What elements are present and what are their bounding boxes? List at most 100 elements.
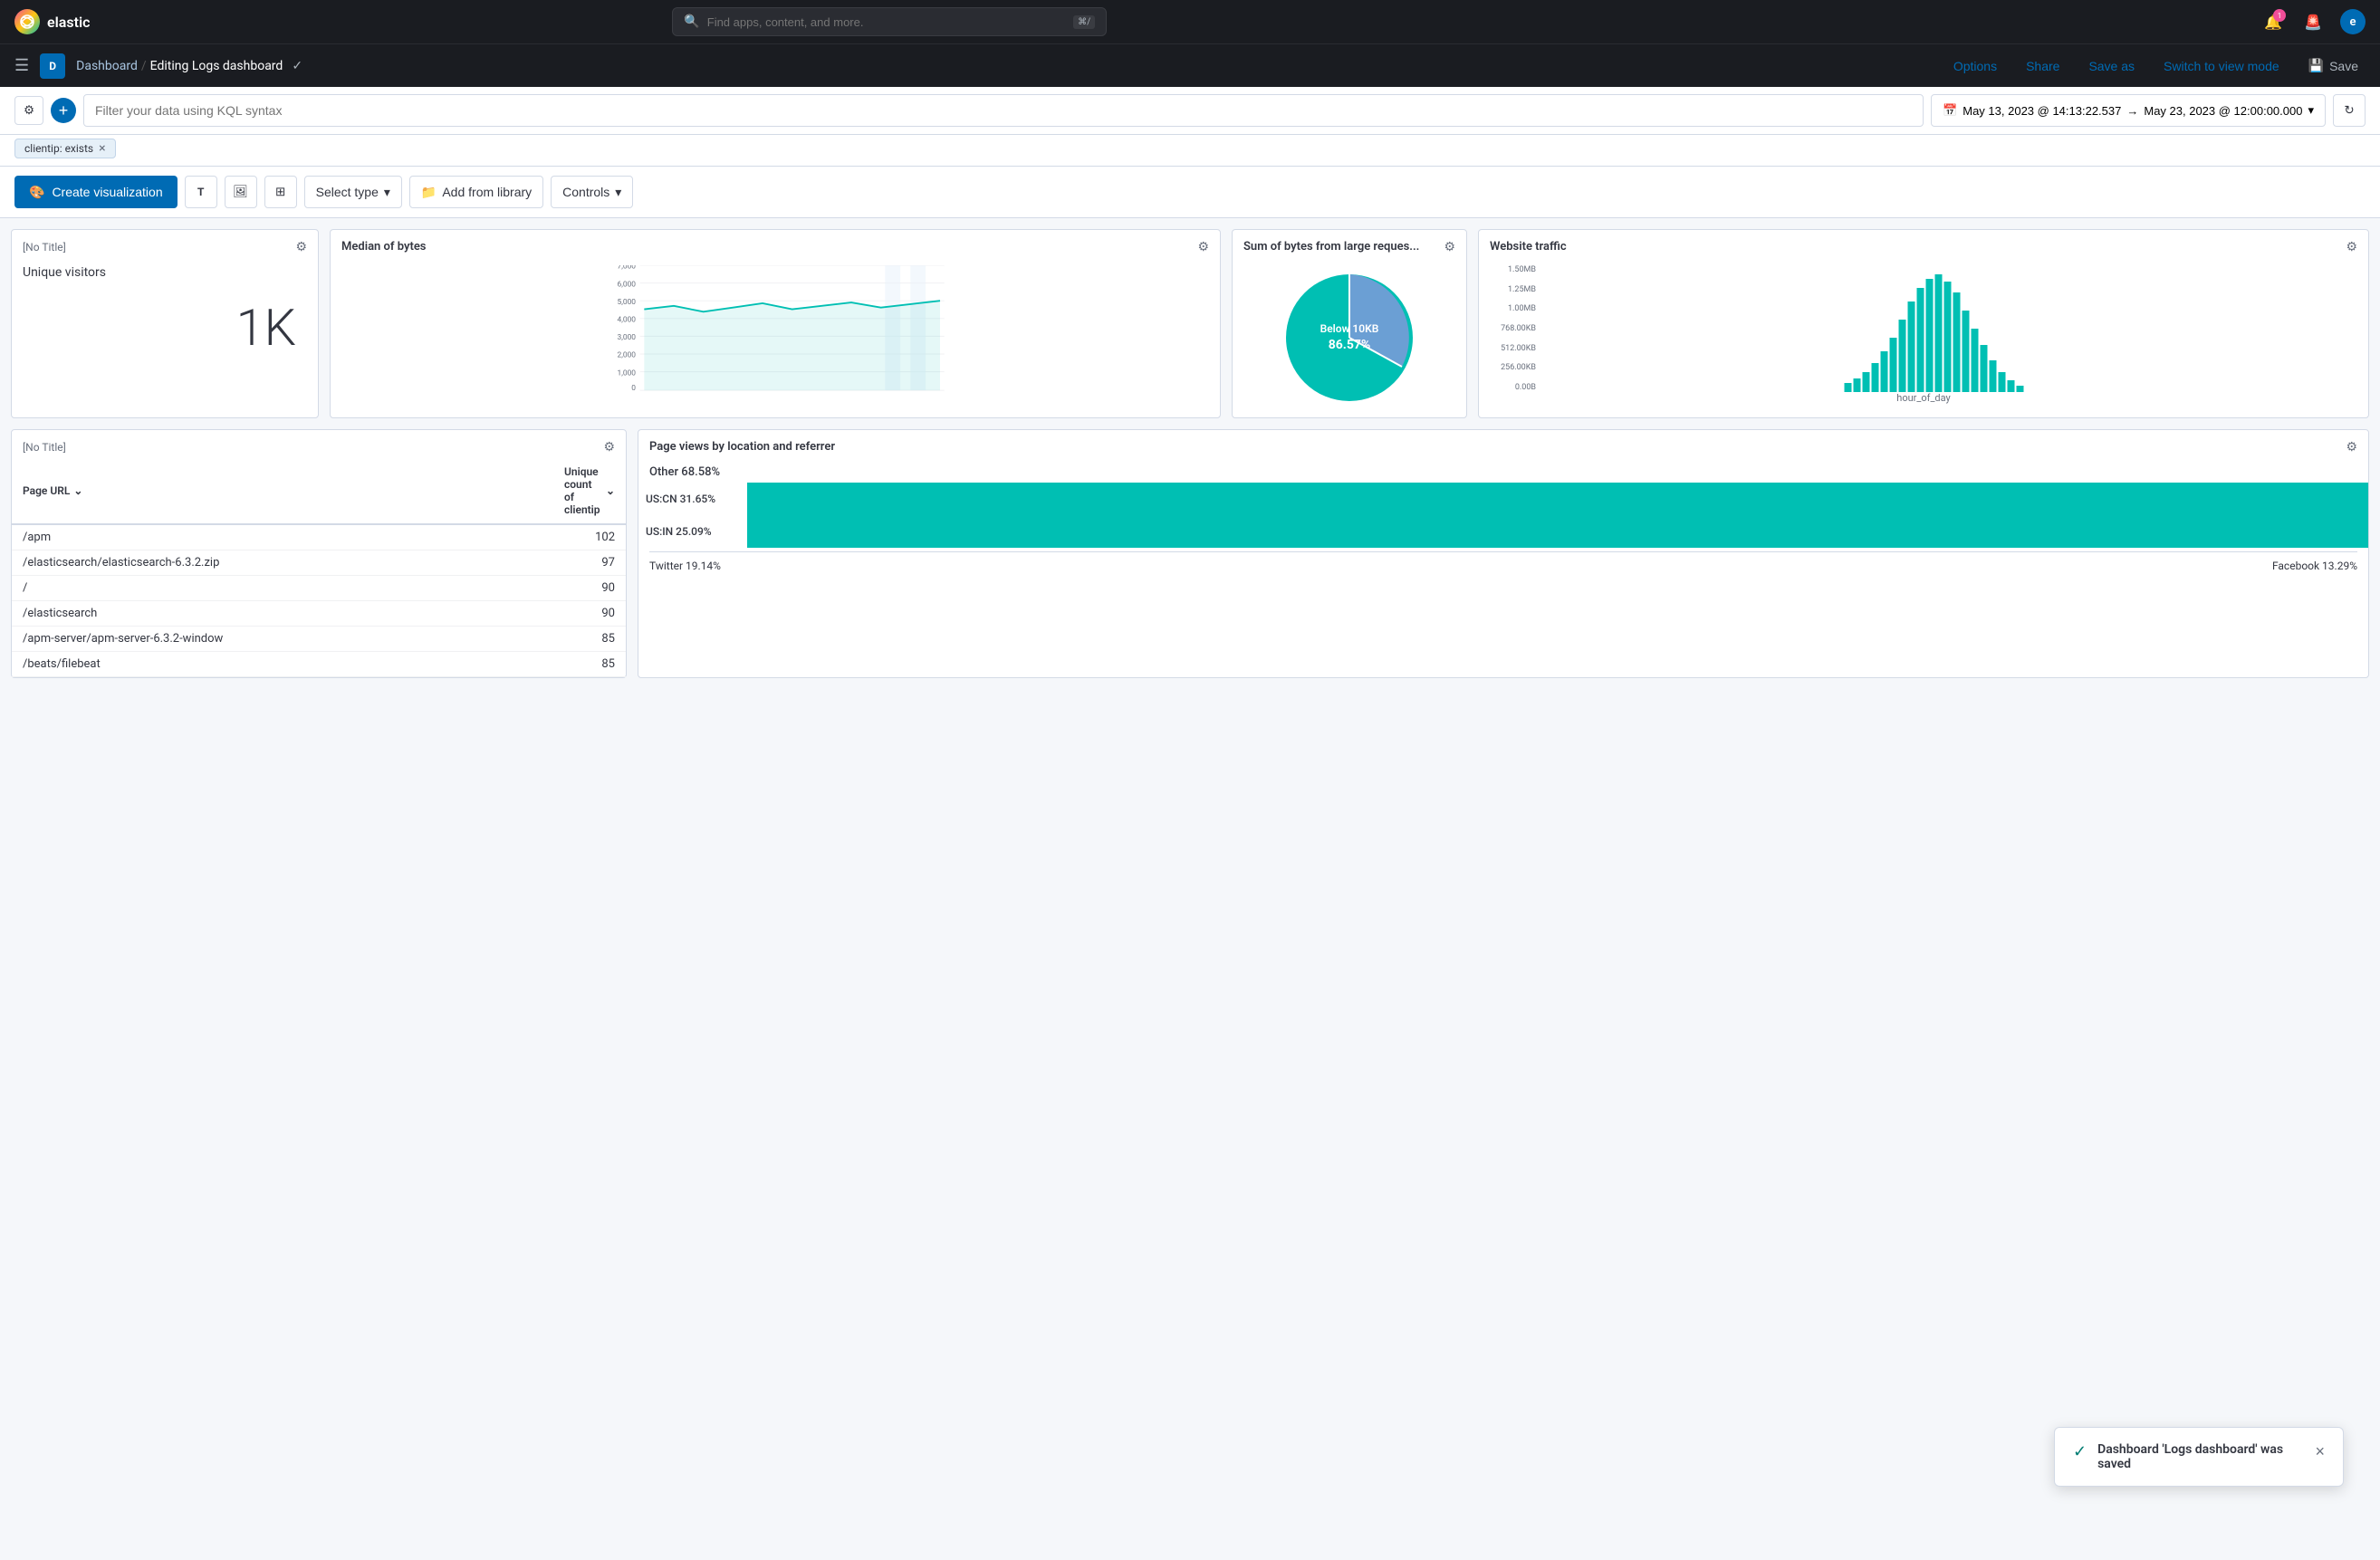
- table-panel: [No Title] ⚙ Page URL ⌄ Unique count of …: [11, 429, 627, 678]
- twitter-label: Twitter 19.14%: [649, 560, 721, 572]
- image-icon: 🖼: [233, 185, 248, 199]
- panel-gear-button[interactable]: ⚙: [603, 439, 615, 455]
- add-from-library-label: Add from library: [442, 185, 532, 199]
- usin-bar: [747, 515, 2368, 548]
- create-visualization-button[interactable]: 🎨 Create visualization: [14, 176, 178, 208]
- table-row: /elasticsearch 90: [12, 601, 626, 627]
- notification-badge: 1: [2273, 9, 2286, 22]
- toast-close-button[interactable]: ×: [2315, 1442, 2325, 1461]
- svg-text:Below 10KB: Below 10KB: [1320, 322, 1379, 335]
- controls-label: Controls: [562, 185, 609, 199]
- notification-bell-icon[interactable]: 🔔 1: [2260, 9, 2286, 34]
- y-label: 1.50MB: [1490, 265, 1536, 274]
- svg-text:5,000: 5,000: [618, 298, 637, 307]
- image-tool-button[interactable]: 🖼: [225, 176, 257, 208]
- filter-bar: ⚙ + 📅 May 13, 2023 @ 14:13:22.537 → May …: [0, 87, 2380, 135]
- column-header-count[interactable]: Unique count of clientip ⌄: [553, 458, 626, 525]
- panel-no-title: [No Title]: [23, 441, 66, 454]
- website-traffic-title: Website traffic: [1490, 240, 1567, 254]
- filter-tag-label: clientip: exists: [24, 142, 93, 155]
- url-cell: /elasticsearch: [12, 601, 553, 626]
- global-search-bar[interactable]: 🔍 ⌘/: [672, 7, 1107, 36]
- count-cell: 90: [553, 576, 626, 600]
- text-tool-button[interactable]: T: [185, 176, 217, 208]
- svg-text:1,000: 1,000: [618, 368, 637, 378]
- page-views-title: Page views by location and referrer: [649, 440, 835, 454]
- filter-tag-remove-button[interactable]: ×: [99, 141, 105, 156]
- panel-gear-button[interactable]: ⚙: [1444, 239, 1455, 254]
- create-viz-icon: 🎨: [29, 185, 44, 200]
- date-range-button[interactable]: 📅 May 13, 2023 @ 14:13:22.537 → May 23, …: [1931, 94, 2326, 127]
- refresh-button[interactable]: ↻: [2333, 94, 2366, 127]
- breadcrumb-separator: /: [141, 59, 147, 73]
- unique-visitors-panel: [No Title] ⚙ Unique visitors 1K: [11, 229, 319, 418]
- dashboard-canvas: [No Title] ⚙ Unique visitors 1K Median o…: [0, 218, 2380, 1560]
- other-stat-label: Other 68.58%: [638, 462, 2368, 483]
- save-as-button[interactable]: Save as: [2081, 55, 2142, 77]
- uscn-bar-row: US:CN 31.65%: [638, 483, 2368, 515]
- elastic-logo-icon: [14, 9, 40, 34]
- column-header-url[interactable]: Page URL ⌄: [12, 458, 553, 525]
- uscn-bar: [747, 483, 2368, 515]
- sort-icon: ⌄: [73, 484, 82, 497]
- global-search-input[interactable]: [707, 15, 1066, 29]
- median-bytes-chart: 7,000 6,000 5,000 4,000 3,000 2,000 1,00…: [349, 265, 1202, 392]
- dashboard-row-2: [No Title] ⚙ Page URL ⌄ Unique count of …: [11, 429, 2369, 678]
- table-row: /beats/filebeat 85: [12, 652, 626, 677]
- toast-check-icon: ✓: [2073, 1442, 2087, 1461]
- panel-gear-button[interactable]: ⚙: [2346, 239, 2357, 254]
- options-button[interactable]: Options: [1946, 55, 2004, 77]
- url-cell: /beats/filebeat: [12, 652, 553, 676]
- kql-search-input[interactable]: [83, 94, 1924, 127]
- svg-text:3,000: 3,000: [618, 333, 637, 342]
- website-traffic-panel: Website traffic ⚙ 1.50MB 1.25MB 1.00MB 7…: [1478, 229, 2369, 418]
- usin-bar-row: US:IN 25.09%: [638, 515, 2368, 548]
- toast-message: Dashboard 'Logs dashboard' was saved: [2097, 1442, 2304, 1471]
- add-from-library-button[interactable]: 📁 Add from library: [409, 176, 543, 208]
- bottom-labels: Twitter 19.14% Facebook 13.29%: [638, 556, 2368, 576]
- panel-gear-button[interactable]: ⚙: [1197, 239, 1209, 254]
- y-label: 1.00MB: [1490, 304, 1536, 313]
- filter-options-button[interactable]: ⚙: [14, 96, 43, 125]
- hamburger-menu-icon[interactable]: ☰: [14, 56, 29, 75]
- count-cell: 85: [553, 627, 626, 651]
- elastic-logo[interactable]: elastic: [14, 9, 90, 34]
- sum-bytes-panel: Sum of bytes from large reques... ⚙ Belo…: [1232, 229, 1467, 418]
- alert-icon[interactable]: 🚨: [2300, 9, 2326, 34]
- median-bytes-panel: Median of bytes ⚙: [330, 229, 1221, 418]
- breadcrumb: Dashboard / Editing Logs dashboard ✓: [76, 59, 1935, 73]
- share-button[interactable]: Share: [2019, 55, 2067, 77]
- add-filter-button[interactable]: +: [51, 98, 76, 123]
- panel-gear-button[interactable]: ⚙: [295, 239, 307, 254]
- text-icon: T: [197, 186, 204, 198]
- unique-visitors-subtitle: Unique visitors: [23, 265, 307, 280]
- column-count-label: Unique count of clientip: [564, 465, 602, 516]
- elastic-logo-text: elastic: [47, 14, 90, 31]
- switch-mode-button[interactable]: Switch to view mode: [2156, 55, 2287, 77]
- url-cell: /: [12, 576, 553, 600]
- save-button[interactable]: 💾 Save: [2301, 54, 2366, 77]
- user-avatar[interactable]: e: [2340, 9, 2366, 34]
- search-icon: 🔍: [684, 14, 699, 29]
- y-label: 0.00B: [1490, 383, 1536, 392]
- top-navigation: elastic 🔍 ⌘/ 🔔 1 🚨 e: [0, 0, 2380, 43]
- breadcrumb-current-page: Editing Logs dashboard: [150, 59, 283, 73]
- svg-text:4,000: 4,000: [618, 316, 637, 325]
- breadcrumb-dashboard-link[interactable]: Dashboard: [76, 59, 138, 73]
- breadcrumb-check-icon: ✓: [292, 59, 302, 73]
- controls-button[interactable]: Controls ▾: [551, 176, 633, 208]
- count-cell: 90: [553, 601, 626, 626]
- sum-bytes-title: Sum of bytes from large reques...: [1243, 240, 1419, 254]
- column-url-label: Page URL: [23, 484, 70, 497]
- nav-icons: 🔔 1 🚨 e: [2260, 9, 2366, 34]
- y-label: 768.00KB: [1490, 324, 1536, 333]
- count-cell: 97: [553, 550, 626, 575]
- sort-icon: ⌄: [606, 484, 615, 497]
- select-type-button[interactable]: Select type ▾: [304, 176, 402, 208]
- controls-icon-button[interactable]: ⊞: [264, 176, 297, 208]
- table-row: /apm-server/apm-server-6.3.2-window 85: [12, 627, 626, 652]
- count-cell: 102: [553, 525, 626, 550]
- y-label: 512.00KB: [1490, 344, 1536, 353]
- filter-tags-bar: clientip: exists ×: [0, 135, 2380, 167]
- panel-gear-button[interactable]: ⚙: [2346, 439, 2357, 455]
